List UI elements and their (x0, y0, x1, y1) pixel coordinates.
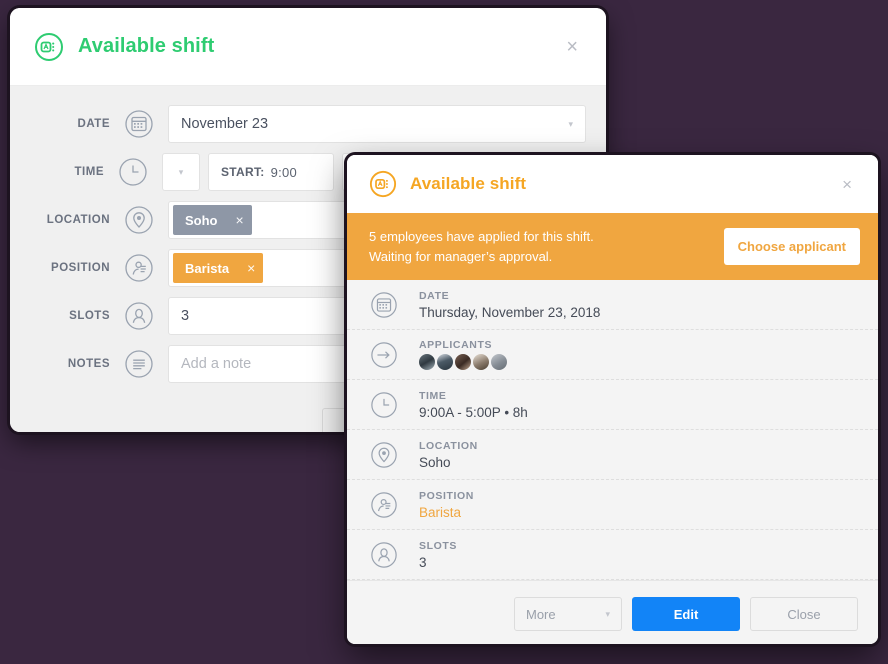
detail-value: Barista (419, 504, 462, 520)
time-period-dropdown[interactable]: ▾ (162, 153, 200, 191)
position-chip-label: Barista (185, 260, 230, 276)
date-label: DATE (77, 118, 110, 130)
form-row-date: DATE November 23 ▾ (10, 102, 606, 146)
edit-button[interactable]: Edit (632, 597, 740, 631)
detail-value: Thursday, November 23, 2018 (419, 304, 601, 320)
shift-detail-list: DATE Thursday, November 23, 2018 APPLICA… (347, 280, 878, 580)
slots-person-icon (122, 301, 156, 331)
edit-dialog-title: Available shift (78, 35, 215, 57)
calendar-icon (122, 109, 156, 139)
date-input[interactable]: November 23 ▾ (168, 105, 586, 143)
chevron-down-icon: ▾ (568, 118, 573, 129)
avatar[interactable] (491, 354, 507, 370)
detail-row-position: POSITION Barista (347, 480, 878, 530)
slots-label: SLOTS (69, 310, 110, 322)
remove-chip-icon[interactable]: × (247, 260, 255, 276)
time-start-input[interactable]: START: 9:00 (208, 153, 334, 191)
time-start-label: START: (221, 165, 265, 179)
banner-message: 5 employees have applied for this shift.… (369, 227, 724, 266)
clock-icon (116, 157, 150, 187)
avatar[interactable] (455, 354, 471, 370)
applicants-icon (369, 341, 399, 369)
avatar[interactable] (473, 354, 489, 370)
time-label: TIME (74, 166, 104, 178)
detail-label: APPLICANTS (419, 339, 493, 351)
chevron-down-icon: ▾ (178, 166, 184, 177)
available-shift-logo-icon (369, 170, 397, 198)
notes-label: NOTES (67, 358, 110, 370)
detail-label: DATE (419, 289, 450, 302)
calendar-icon (369, 291, 399, 319)
location-label: LOCATION (46, 214, 110, 226)
detail-value: 3 (419, 554, 427, 570)
position-icon (122, 253, 156, 283)
detail-row-applicants: APPLICANTS (347, 330, 878, 380)
slots-person-icon (369, 541, 399, 569)
detail-label: SLOTS (419, 539, 458, 552)
position-icon (369, 491, 399, 519)
more-dropdown-button[interactable]: More ▾ (514, 597, 622, 631)
detail-dialog-footer: More ▾ Edit Close (347, 580, 878, 644)
applicants-banner: 5 employees have applied for this shift.… (347, 213, 878, 280)
detail-value: 9:00A - 5:00P • 8h (419, 404, 528, 420)
time-start-value: 9:00 (270, 164, 298, 180)
detail-text-time: TIME 9:00A - 5:00P • 8h (419, 390, 528, 420)
date-field-area: November 23 ▾ (168, 105, 586, 143)
remove-chip-icon[interactable]: × (236, 212, 244, 228)
detail-text-position: POSITION Barista (419, 490, 474, 520)
banner-line-2: Waiting for manager’s approval. (369, 248, 553, 264)
detail-row-location: LOCATION Soho (347, 430, 878, 480)
date-value: November 23 (181, 116, 269, 132)
detail-text-location: LOCATION Soho (419, 440, 478, 470)
location-pin-icon (369, 441, 399, 469)
position-label: POSITION (51, 262, 110, 274)
detail-row-date: DATE Thursday, November 23, 2018 (347, 280, 878, 330)
detail-label: LOCATION (419, 439, 478, 452)
position-chip[interactable]: Barista × (173, 253, 264, 283)
close-icon[interactable]: × (560, 33, 584, 61)
detail-dialog-title: Available shift (410, 174, 527, 193)
chevron-down-icon: ▾ (605, 608, 610, 619)
location-pin-icon (122, 205, 156, 235)
close-icon[interactable]: × (836, 172, 858, 197)
slots-value: 3 (181, 308, 190, 324)
detail-value: Soho (419, 454, 451, 470)
clock-icon (369, 391, 399, 419)
location-chip-label: Soho (185, 212, 218, 228)
choose-applicant-button[interactable]: Choose applicant (723, 228, 860, 265)
notes-icon (122, 349, 156, 379)
detail-text-date: DATE Thursday, November 23, 2018 (419, 290, 600, 320)
avatar[interactable] (437, 354, 453, 370)
available-shift-detail-dialog: Available shift × 5 employees have appli… (347, 155, 878, 644)
close-button[interactable]: Close (750, 597, 858, 631)
detail-text-slots: SLOTS 3 (419, 540, 457, 570)
detail-text-applicants: APPLICANTS (419, 339, 509, 370)
available-shift-logo-icon (34, 32, 64, 62)
notes-placeholder: Add a note (181, 356, 252, 372)
applicant-avatars[interactable] (419, 354, 509, 370)
detail-label: POSITION (419, 489, 474, 502)
more-label: More (526, 606, 556, 622)
detail-row-time: TIME 9:00A - 5:00P • 8h (347, 380, 878, 430)
detail-dialog-header: Available shift × (347, 155, 878, 213)
detail-label: TIME (419, 389, 447, 402)
banner-line-1: 5 employees have applied for this shift. (369, 229, 594, 244)
location-chip[interactable]: Soho × (173, 205, 252, 235)
avatar[interactable] (419, 354, 435, 370)
detail-row-slots: SLOTS 3 (347, 530, 878, 580)
edit-dialog-header: Available shift × (10, 8, 606, 86)
